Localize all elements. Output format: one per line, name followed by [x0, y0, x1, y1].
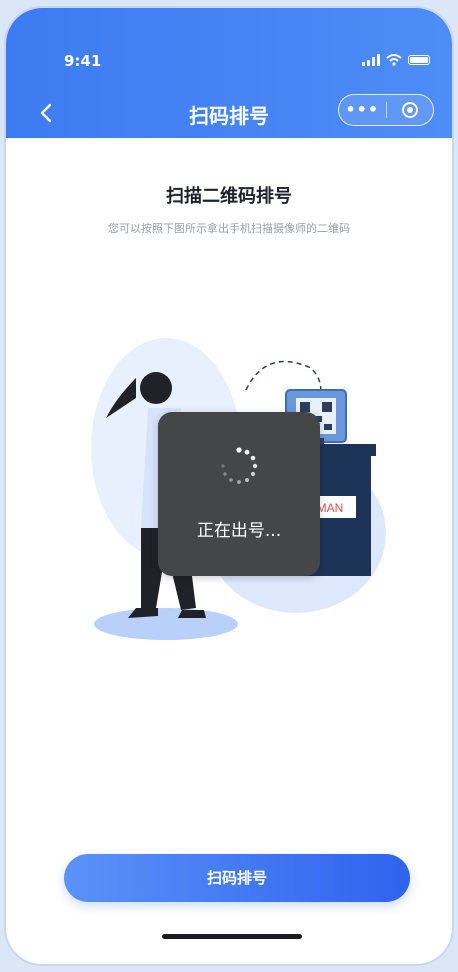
more-button[interactable]: ••• — [339, 96, 386, 124]
status-time: 9:41 — [64, 52, 102, 70]
loading-text: 正在出号... — [196, 521, 282, 541]
status-icons — [362, 54, 430, 66]
desk-sign-text: MAN — [317, 501, 344, 515]
target-icon — [401, 102, 418, 118]
header-bar: 9:41 扫码排号 ••• — [6, 8, 452, 138]
phone-screen: 9:41 扫码排号 ••• 扫描二维码排号 您可以按照下图所示拿出手机扫描摄像师… — [4, 6, 454, 966]
home-indicator — [162, 934, 302, 939]
loading-spinner-icon — [221, 447, 258, 484]
scan-queue-button[interactable]: 扫码排号 — [64, 854, 410, 902]
signal-icon — [362, 54, 380, 66]
scan-instructions: 您可以按照下图所示拿出手机扫描摄像师的二维码 — [108, 222, 350, 235]
miniapp-capsule: ••• — [338, 94, 434, 126]
battery-icon — [408, 55, 430, 65]
wifi-icon — [386, 54, 402, 66]
close-miniapp-button[interactable] — [386, 102, 433, 118]
scan-title: 扫描二维码排号 — [166, 186, 292, 207]
loading-toast: 正在出号... — [158, 412, 320, 576]
